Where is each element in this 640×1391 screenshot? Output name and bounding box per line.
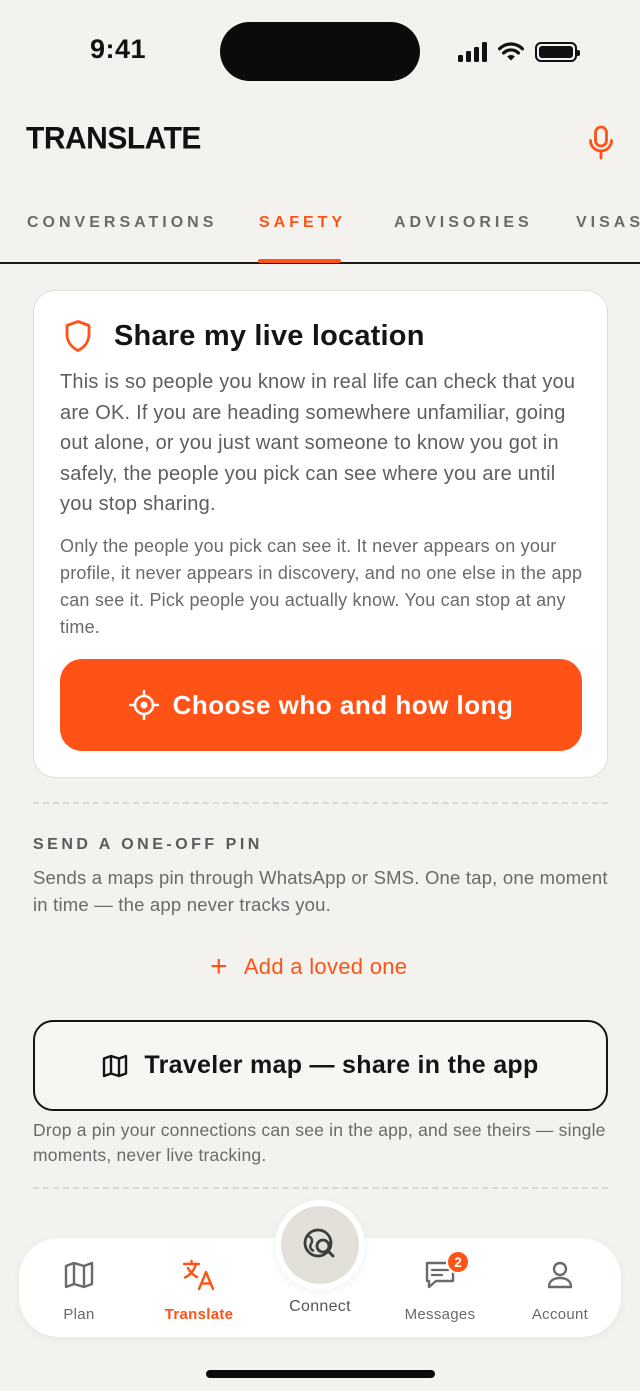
nav-translate[interactable]: Translate [149, 1238, 249, 1337]
nav-label: Plan [63, 1306, 95, 1323]
card-header: Share my live location [64, 319, 425, 353]
wifi-icon [498, 42, 524, 61]
tab-safety[interactable]: SAFETY [259, 214, 346, 232]
battery-icon [535, 42, 580, 62]
nav-account[interactable]: Account [510, 1238, 610, 1337]
card-privacy-note: Only the people you pick can see it. It … [60, 536, 583, 637]
dynamic-island [220, 22, 420, 81]
page-title: TRANSLATE [26, 121, 201, 156]
plus-icon: + [210, 950, 228, 983]
traveler-map-description: Drop a pin your connections can see in t… [33, 1120, 606, 1165]
tab-conversations[interactable]: CONVERSATIONS [27, 214, 217, 232]
nav-messages[interactable]: 2 Messages [390, 1238, 490, 1337]
user-icon [547, 1261, 573, 1289]
card-title: Share my live location [114, 319, 425, 352]
traveler-map-button[interactable]: Traveler map — share in the app [33, 1020, 608, 1111]
nav-connect[interactable] [275, 1200, 365, 1290]
one-off-pin-description: Sends a maps pin through WhatsApp or SMS… [33, 867, 608, 915]
tab-bar: CONVERSATIONS SAFETY ADVISORIES VISAS [0, 196, 640, 264]
section-label-one-off-pin: SEND A ONE-OFF PIN [33, 836, 263, 853]
signal-icon [458, 42, 487, 62]
map-icon [103, 1054, 128, 1077]
traveler-map-label: Traveler map — share in the app [144, 1051, 539, 1079]
nav-label: Account [531, 1306, 589, 1323]
tab-advisories[interactable]: ADVISORIES [394, 214, 533, 232]
home-indicator [206, 1370, 435, 1378]
status-bar: 9:41 [0, 0, 640, 100]
active-tab-indicator [258, 259, 341, 263]
add-loved-one-button[interactable]: + Add a loved one [210, 952, 407, 982]
microphone-button[interactable] [584, 124, 618, 162]
connect-icon-circle [281, 1206, 359, 1284]
messages-badge: 2 [446, 1250, 470, 1274]
map-icon [64, 1261, 94, 1289]
choose-who-button[interactable]: Choose who and how long [60, 659, 582, 751]
shield-icon [65, 320, 91, 352]
section-divider [33, 1187, 608, 1189]
microphone-icon [589, 125, 613, 160]
status-time: 9:41 [90, 34, 147, 64]
globe-search-icon [303, 1228, 335, 1258]
nav-label: Messages [404, 1306, 476, 1323]
nav-plan[interactable]: Plan [29, 1238, 129, 1337]
add-loved-one-label: Add a loved one [243, 954, 408, 979]
translate-icon [182, 1259, 215, 1291]
card-body-text: This is so people you know in real life … [60, 371, 576, 515]
live-location-card: Share my live location This is so people… [33, 290, 608, 778]
section-divider [33, 802, 608, 804]
nav-connect-label: Connect [289, 1298, 351, 1315]
tab-visas[interactable]: VISAS [576, 214, 640, 232]
choose-who-label: Choose who and how long [172, 689, 514, 720]
crosshair-icon [128, 690, 159, 720]
status-icons [458, 38, 580, 66]
nav-label: Translate [164, 1306, 234, 1323]
